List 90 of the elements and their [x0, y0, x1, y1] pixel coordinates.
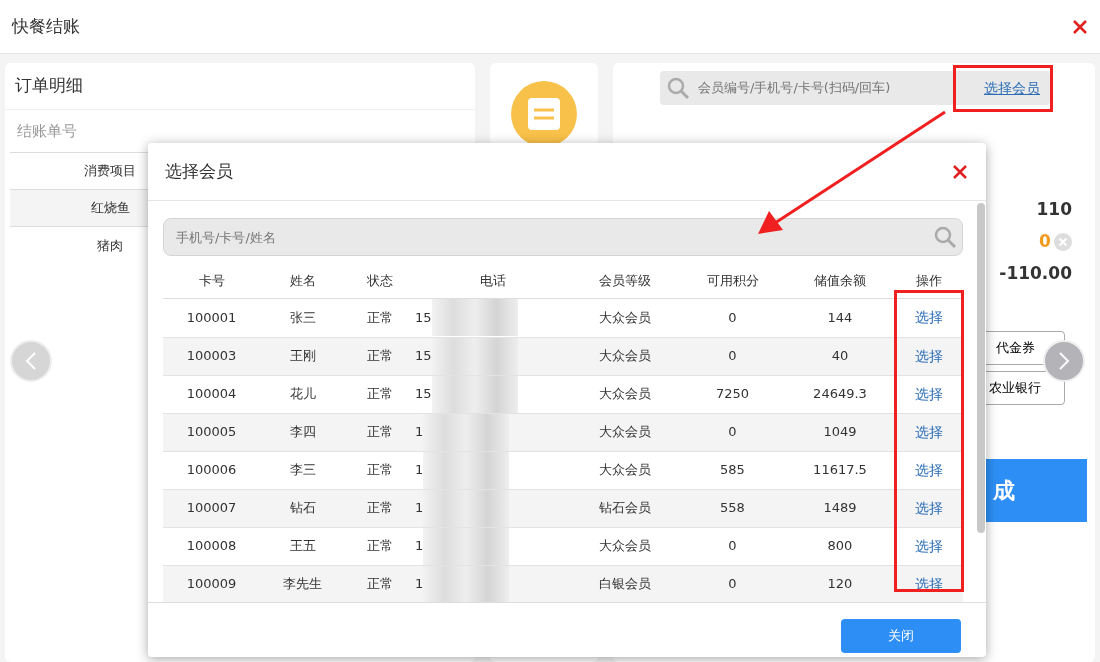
- table-cell: 0: [728, 576, 737, 592]
- table-cell: 100007: [186, 500, 237, 516]
- select-link[interactable]: 选择: [915, 385, 943, 402]
- phone-number: 15: [415, 385, 432, 404]
- select-link[interactable]: 选择: [915, 537, 943, 554]
- column-header: 会员等级: [570, 262, 680, 299]
- table-cell: 558: [720, 500, 745, 516]
- table-cell: 正常: [367, 500, 393, 516]
- search-icon: [666, 76, 690, 100]
- select-link[interactable]: 选择: [915, 499, 943, 516]
- phone-number: 1: [415, 499, 424, 518]
- table-cell: 0: [728, 348, 737, 364]
- table-cell: 大众会员: [599, 348, 651, 364]
- window-title: 快餐结账: [12, 16, 80, 37]
- scrollbar[interactable]: [977, 203, 985, 533]
- select-link[interactable]: 选择: [915, 347, 943, 364]
- table-cell: 100003: [186, 348, 237, 364]
- column-header: 状态: [345, 262, 415, 299]
- column-header: 卡号: [163, 262, 260, 299]
- clear-icon[interactable]: [1054, 232, 1072, 251]
- table-cell: 白银会员: [599, 576, 651, 592]
- balance-amount: -110.00: [999, 262, 1072, 285]
- select-member-link[interactable]: 选择会员: [984, 77, 1040, 99]
- table-cell: 花儿: [289, 386, 316, 402]
- column-header: 操作: [895, 262, 963, 299]
- table-cell: 钻石: [289, 500, 316, 516]
- table-cell: 正常: [367, 386, 393, 402]
- panel-title: 订单明细: [5, 63, 475, 110]
- table-cell: 11617.5: [813, 462, 867, 478]
- table-cell: 100004: [186, 386, 237, 402]
- close-icon[interactable]: [952, 163, 968, 180]
- discount-amount: 0: [1038, 230, 1051, 253]
- select-link[interactable]: 选择: [915, 423, 943, 440]
- select-link[interactable]: 选择: [915, 309, 943, 326]
- table-cell: 李先生: [283, 576, 322, 592]
- table-cell: 1489: [823, 500, 857, 516]
- table-cell: 大众会员: [599, 310, 651, 325]
- table-cell: 大众会员: [599, 424, 651, 440]
- table-cell: 7250: [715, 386, 750, 402]
- search-icon: [933, 225, 957, 249]
- table-cell: 李四: [289, 424, 316, 440]
- phone-number: 1: [415, 537, 424, 556]
- table-cell: 大众会员: [599, 386, 651, 402]
- table-cell: 585: [720, 462, 745, 478]
- table-cell: 正常: [367, 576, 393, 592]
- table-cell: 120: [827, 576, 853, 592]
- table-cell: 0: [728, 424, 737, 440]
- column-header: 电话: [415, 262, 570, 299]
- member-search-field[interactable]: 会员编号/手机号/卡号(扫码/回车): [696, 77, 978, 99]
- table-cell: 100001: [186, 310, 237, 325]
- column-header: 可用积分: [680, 262, 785, 299]
- close-button[interactable]: 关闭: [841, 619, 961, 653]
- table-cell: 正常: [367, 348, 393, 364]
- member-search-field[interactable]: 手机号/卡号/姓名: [163, 218, 963, 256]
- chevron-right-icon: [1058, 351, 1070, 371]
- phone-number: 1: [415, 461, 424, 480]
- table-cell: 100005: [186, 424, 237, 440]
- table-cell: 大众会员: [599, 462, 651, 478]
- phone-number: 1: [415, 423, 424, 442]
- chevron-left-icon: [25, 351, 37, 371]
- column-header: 姓名: [260, 262, 345, 299]
- phone-number: 15: [415, 309, 432, 327]
- phone-number: 1: [415, 575, 424, 594]
- table-cell: 40: [831, 348, 849, 364]
- table-cell: 0: [728, 310, 737, 325]
- table-cell: 王刚: [289, 348, 316, 364]
- table-cell: 正常: [367, 538, 393, 554]
- select-link[interactable]: 选择: [915, 461, 943, 478]
- table-cell: 正常: [367, 310, 393, 325]
- table-cell: 100009: [186, 576, 237, 592]
- table-cell: 大众会员: [599, 538, 651, 554]
- table-cell: 100008: [186, 538, 237, 554]
- table-cell: 24649.3: [813, 386, 867, 402]
- table-cell: 1049: [823, 424, 857, 440]
- table-cell: 钻石会员: [599, 500, 651, 516]
- table-cell: 100006: [186, 462, 237, 478]
- table-cell: 0: [728, 538, 737, 554]
- close-icon[interactable]: [1072, 18, 1088, 35]
- table-cell: 张三: [289, 310, 316, 325]
- table-cell: 正常: [367, 424, 393, 440]
- table-cell: 李三: [289, 462, 316, 478]
- table-cell: 正常: [367, 462, 393, 478]
- table-cell: 800: [827, 538, 853, 554]
- order-number-label: 结账单号: [16, 120, 78, 142]
- table-cell: 王五: [289, 538, 316, 554]
- column-header: 储值余额: [785, 262, 895, 299]
- total-amount: 110: [1036, 198, 1072, 221]
- table-cell: 144: [827, 310, 853, 325]
- search-bar[interactable]: 会员编号/手机号/卡号(扫码/回车) 选择会员: [660, 71, 1050, 105]
- phone-number: 15: [415, 347, 432, 366]
